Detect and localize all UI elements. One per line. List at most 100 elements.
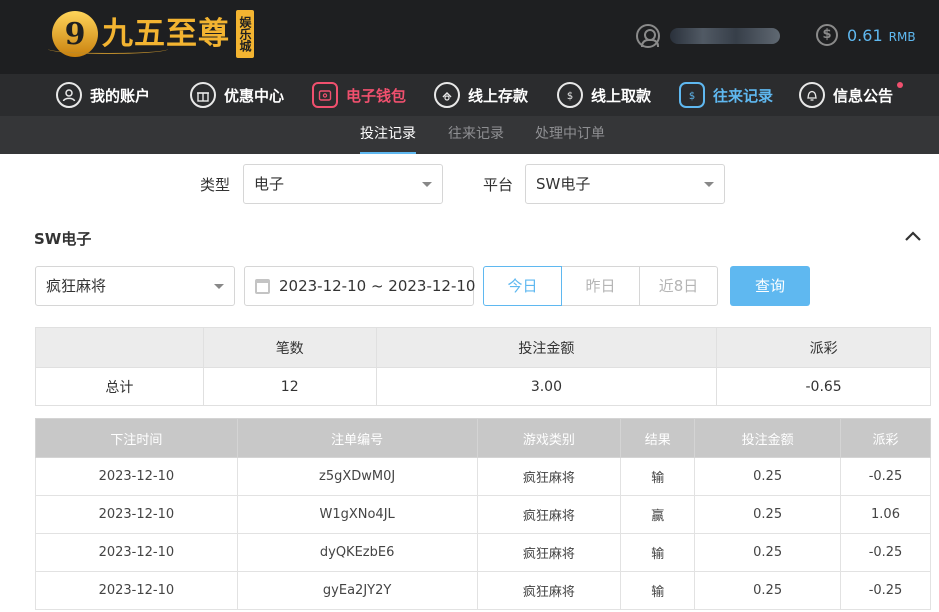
bet-result: 输	[620, 457, 696, 496]
column-header: 注单编号	[236, 418, 478, 458]
table-row[interactable]: 2023-12-10 z5gXDwM0J 疯狂麻将 输 0.25 -0.25	[35, 457, 931, 496]
bet-amount: 0.25	[694, 457, 842, 496]
column-header: 派彩	[840, 418, 931, 458]
bet-time: 2023-12-10	[35, 533, 238, 572]
main-nav: 我的账户 优惠中心 电子钱包 线上存款 $ 线上取款 $ 往来记录 信息公告	[0, 74, 939, 116]
user-circle-icon	[56, 82, 82, 108]
bell-icon	[799, 82, 825, 108]
summary-table: 笔数 投注金额 派彩 总计 12 3.00 -0.65	[35, 327, 931, 406]
platform-select-value: SW电子	[536, 175, 591, 193]
table-row[interactable]: 2023-12-10 gyEa2JY2Y 疯狂麻将 输 0.25 -0.25	[35, 571, 931, 610]
svg-text:$: $	[567, 91, 573, 102]
date-range-input[interactable]: 2023-12-10 ~ 2023-12-10	[244, 266, 476, 306]
type-label: 类型	[200, 176, 231, 194]
summary-total-row: 总计 12 3.00 -0.65	[35, 367, 931, 406]
top-header: 9 九五至尊 娱乐城 $ 0.61 RMB	[0, 0, 939, 74]
chevron-up-icon[interactable]	[904, 228, 922, 246]
bet-amount: 0.25	[694, 571, 842, 610]
bet-id: dyQKEzbE6	[236, 533, 478, 572]
withdraw-icon: $	[557, 82, 583, 108]
game-category: 疯狂麻将	[476, 533, 622, 572]
nav-label: 线上存款	[468, 86, 529, 105]
game-category: 疯狂麻将	[476, 457, 622, 496]
bet-payout: -0.25	[840, 533, 931, 572]
column-header: 下注时间	[35, 418, 238, 458]
quick-last8days-button[interactable]: 近8日	[639, 266, 718, 306]
chevron-down-icon	[214, 284, 224, 289]
calendar-icon	[255, 279, 270, 294]
summary-count: 12	[202, 367, 377, 406]
column-header: 游戏类别	[476, 418, 622, 458]
type-select[interactable]: 电子	[243, 164, 443, 204]
chevron-down-icon	[704, 182, 714, 187]
quick-date-group: 今日 昨日 近8日	[483, 266, 718, 306]
notification-dot	[897, 82, 904, 88]
nav-label: 优惠中心	[224, 86, 285, 105]
game-category: 疯狂麻将	[476, 571, 622, 610]
brand-badge: 娱乐城	[236, 10, 254, 58]
nav-label: 信息公告	[833, 86, 894, 105]
nav-label: 往来记录	[713, 86, 774, 105]
deposit-icon	[434, 82, 460, 108]
balance-display: $ 0.61 RMB	[816, 24, 916, 46]
platform-label: 平台	[483, 176, 514, 194]
column-header: 投注金额	[694, 418, 842, 458]
table-row[interactable]: 2023-12-10 dyQKEzbE6 疯狂麻将 输 0.25 -0.25	[35, 533, 931, 572]
bet-records-table: 下注时间 注单编号 游戏类别 结果 投注金额 派彩 2023-12-10 z5g…	[35, 418, 931, 610]
bet-result: 输	[620, 571, 696, 610]
quick-yesterday-button[interactable]: 昨日	[561, 266, 640, 306]
nav-promotions[interactable]: 优惠中心	[190, 80, 284, 110]
tab-pending-orders[interactable]: 处理中订单	[535, 116, 605, 154]
bet-payout: -0.25	[840, 457, 931, 496]
nav-transaction-records[interactable]: $ 往来记录	[679, 80, 773, 110]
summary-payout: -0.65	[716, 367, 931, 406]
user-avatar-icon	[636, 24, 660, 48]
table-header-row: 下注时间 注单编号 游戏类别 结果 投注金额 派彩	[35, 418, 931, 458]
bet-id: gyEa2JY2Y	[236, 571, 478, 610]
section-title: SW电子	[34, 230, 92, 248]
gift-icon	[190, 82, 216, 108]
summary-header: 笔数	[202, 327, 377, 368]
logo-swirl-decoration	[48, 44, 168, 54]
table-row[interactable]: 2023-12-10 W1gXNo4JL 疯狂麻将 赢 0.25 1.06	[35, 495, 931, 534]
nav-my-account[interactable]: 我的账户	[56, 80, 150, 110]
type-select-value: 电子	[254, 175, 285, 193]
bet-time: 2023-12-10	[35, 457, 238, 496]
date-range-value: 2023-12-10 ~ 2023-12-10	[279, 277, 476, 295]
nav-online-deposit[interactable]: 线上存款	[434, 80, 528, 110]
record-subtabs: 投注记录 往来记录 处理中订单	[0, 116, 939, 154]
query-button[interactable]: 查询	[730, 266, 810, 306]
nav-announcements[interactable]: 信息公告	[799, 80, 904, 110]
platform-select[interactable]: SW电子	[525, 164, 725, 204]
quick-today-button[interactable]: 今日	[483, 266, 562, 306]
nav-e-wallet[interactable]: 电子钱包	[312, 80, 406, 110]
nav-label: 线上取款	[591, 86, 652, 105]
bet-result: 输	[620, 533, 696, 572]
summary-header: 派彩	[716, 327, 931, 368]
bet-time: 2023-12-10	[35, 495, 238, 534]
bet-time: 2023-12-10	[35, 571, 238, 610]
tab-bet-records[interactable]: 投注记录	[360, 116, 416, 154]
balance-amount: 0.61	[847, 25, 883, 45]
tab-transaction-records[interactable]: 往来记录	[448, 116, 504, 154]
bet-result: 赢	[620, 495, 696, 534]
bet-payout: -0.25	[840, 571, 931, 610]
username-redacted	[670, 28, 780, 44]
game-category: 疯狂麻将	[476, 495, 622, 534]
summary-bet-amount: 3.00	[375, 367, 718, 406]
game-select-value: 疯狂麻将	[46, 277, 107, 295]
summary-header-row: 笔数 投注金额 派彩	[35, 327, 931, 368]
nav-label: 电子钱包	[346, 86, 407, 105]
game-select[interactable]: 疯狂麻将	[35, 266, 235, 306]
column-header: 结果	[620, 418, 696, 458]
wallet-icon	[312, 82, 338, 108]
summary-header	[35, 327, 204, 368]
bet-id: z5gXDwM0J	[236, 457, 478, 496]
bet-amount: 0.25	[694, 495, 842, 534]
nav-online-withdraw[interactable]: $ 线上取款	[557, 80, 651, 110]
bet-amount: 0.25	[694, 533, 842, 572]
summary-total-label: 总计	[35, 367, 204, 406]
bet-id: W1gXNo4JL	[236, 495, 478, 534]
bet-payout: 1.06	[840, 495, 931, 534]
user-info[interactable]	[636, 24, 780, 48]
